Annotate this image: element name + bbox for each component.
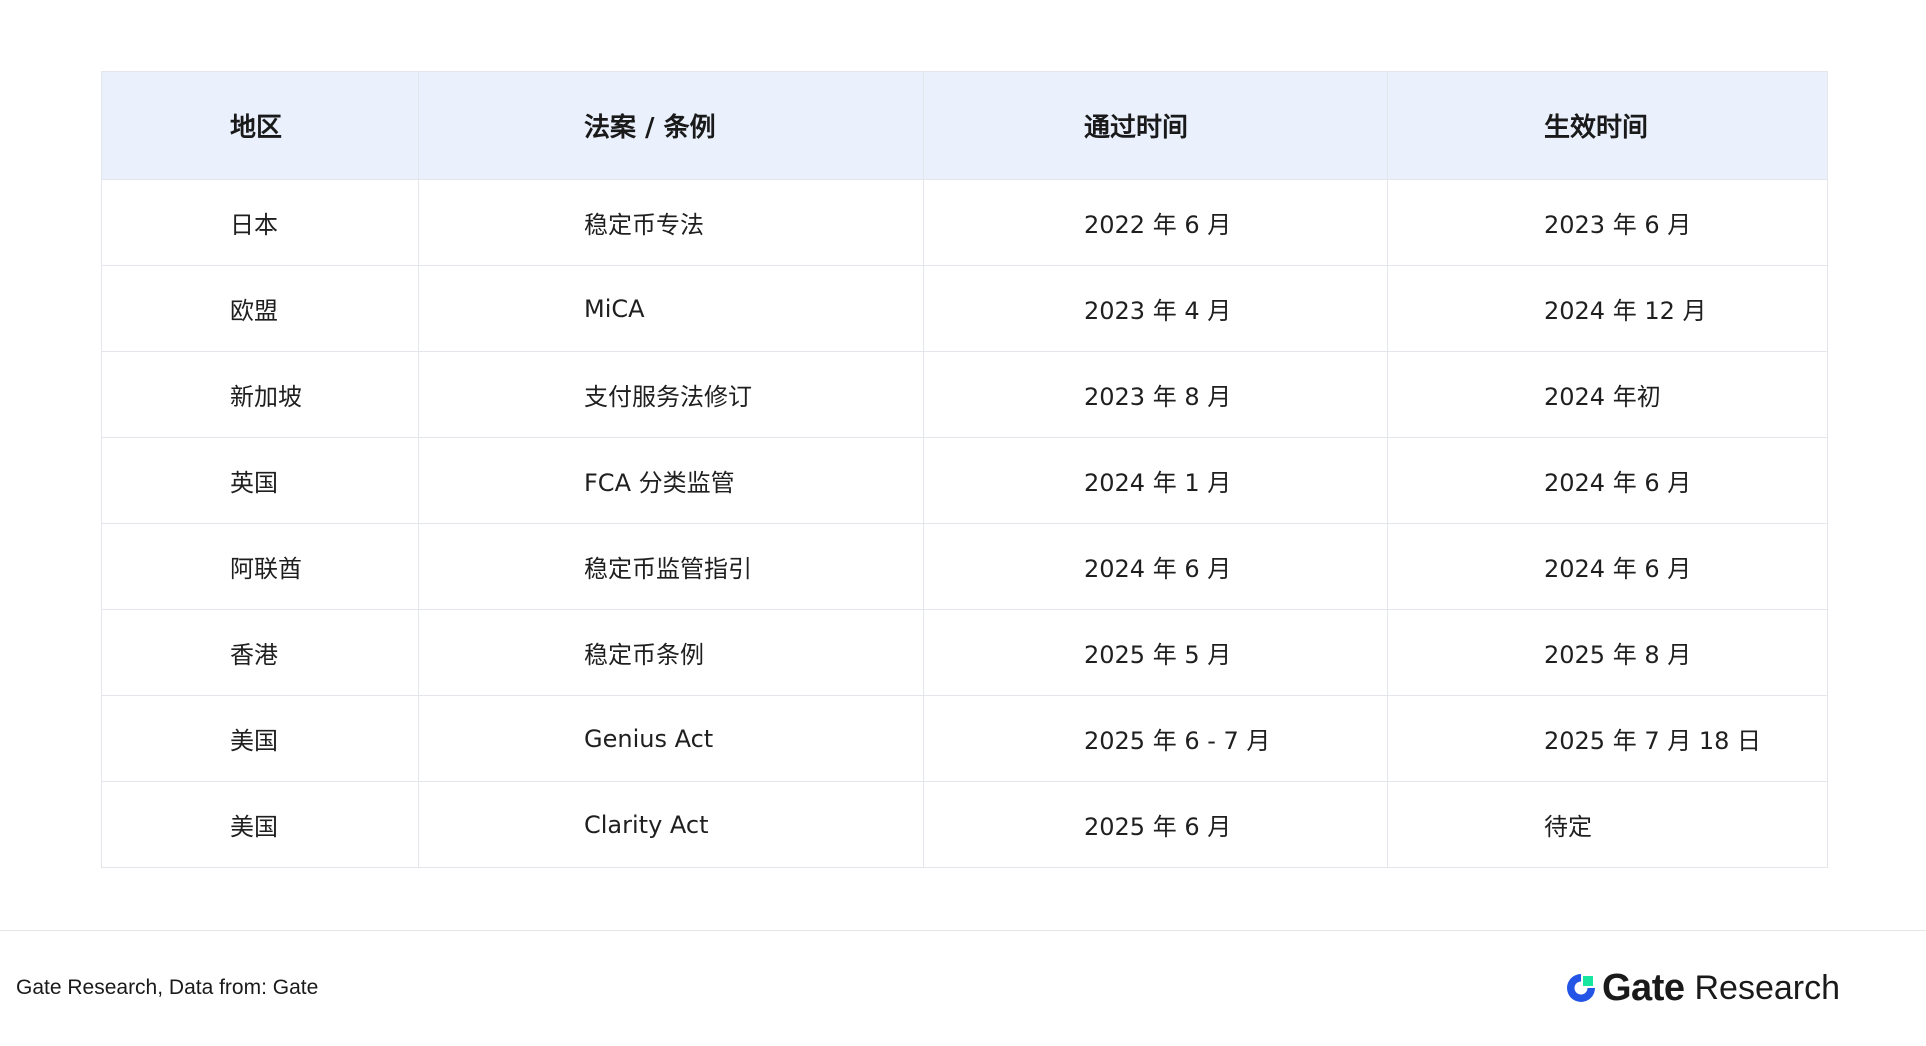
cell-law: Clarity Act [418,781,924,868]
cell-region: 新加坡 [101,351,419,438]
cell-passed-date: 2022 年 6 月 [923,179,1388,266]
header-law: 法案 / 条例 [418,71,924,180]
cell-region: 欧盟 [101,265,419,352]
cell-effective-date: 2024 年 6 月 [1387,523,1828,610]
cell-passed-date: 2023 年 8 月 [923,351,1388,438]
cell-effective-date: 2024 年 12 月 [1387,265,1828,352]
header-effective-date: 生效时间 [1387,71,1828,180]
table-row: 新加坡 支付服务法修订 2023 年 8 月 2024 年初 [101,351,1828,438]
header-region: 地区 [101,71,419,180]
cell-passed-date: 2025 年 5 月 [923,609,1388,696]
cell-region: 英国 [101,437,419,524]
table-row: 英国 FCA 分类监管 2024 年 1 月 2024 年 6 月 [101,437,1828,524]
header-passed-date: 通过时间 [923,71,1388,180]
cell-law: 稳定币条例 [418,609,924,696]
cell-passed-date: 2023 年 4 月 [923,265,1388,352]
cell-effective-date: 2024 年 6 月 [1387,437,1828,524]
cell-law: 稳定币专法 [418,179,924,266]
table-row: 阿联酋 稳定币监管指引 2024 年 6 月 2024 年 6 月 [101,523,1828,610]
gate-research-logo: Gate Research [1564,963,1840,1013]
table-row: 日本 稳定币专法 2022 年 6 月 2023 年 6 月 [101,179,1828,266]
brand-name: Gate [1602,966,1685,1009]
cell-effective-date: 2024 年初 [1387,351,1828,438]
cell-region: 香港 [101,609,419,696]
brand-suffix: Research [1694,968,1840,1007]
cell-effective-date: 2023 年 6 月 [1387,179,1828,266]
cell-law: FCA 分类监管 [418,437,924,524]
gate-logo-icon [1567,974,1595,1002]
cell-law: Genius Act [418,695,924,782]
stablecoin-regulation-table: 地区 法案 / 条例 通过时间 生效时间 日本 稳定币专法 2022 年 6 月… [101,71,1828,868]
footer-divider [0,930,1926,931]
cell-passed-date: 2025 年 6 月 [923,781,1388,868]
cell-region: 美国 [101,695,419,782]
source-note: Gate Research, Data from: Gate [16,976,319,999]
cell-passed-date: 2024 年 1 月 [923,437,1388,524]
table-body: 日本 稳定币专法 2022 年 6 月 2023 年 6 月 欧盟 MiCA 2… [101,179,1828,868]
cell-region: 美国 [101,781,419,868]
table-row: 美国 Genius Act 2025 年 6 - 7 月 2025 年 7 月 … [101,695,1828,782]
cell-law: MiCA [418,265,924,352]
table-header: 地区 法案 / 条例 通过时间 生效时间 [101,71,1828,180]
regulation-table-container: 地区 法案 / 条例 通过时间 生效时间 日本 稳定币专法 2022 年 6 月… [101,71,1828,868]
cell-region: 阿联酋 [101,523,419,610]
cell-law: 支付服务法修订 [418,351,924,438]
table-row: 欧盟 MiCA 2023 年 4 月 2024 年 12 月 [101,265,1828,352]
cell-passed-date: 2025 年 6 - 7 月 [923,695,1388,782]
cell-effective-date: 2025 年 8 月 [1387,609,1828,696]
table-row: 香港 稳定币条例 2025 年 5 月 2025 年 8 月 [101,609,1828,696]
cell-effective-date: 待定 [1387,781,1828,868]
cell-effective-date: 2025 年 7 月 18 日 [1387,695,1828,782]
table-row: 美国 Clarity Act 2025 年 6 月 待定 [101,781,1828,868]
cell-law: 稳定币监管指引 [418,523,924,610]
cell-passed-date: 2024 年 6 月 [923,523,1388,610]
cell-region: 日本 [101,179,419,266]
header-row: 地区 法案 / 条例 通过时间 生效时间 [101,71,1828,180]
